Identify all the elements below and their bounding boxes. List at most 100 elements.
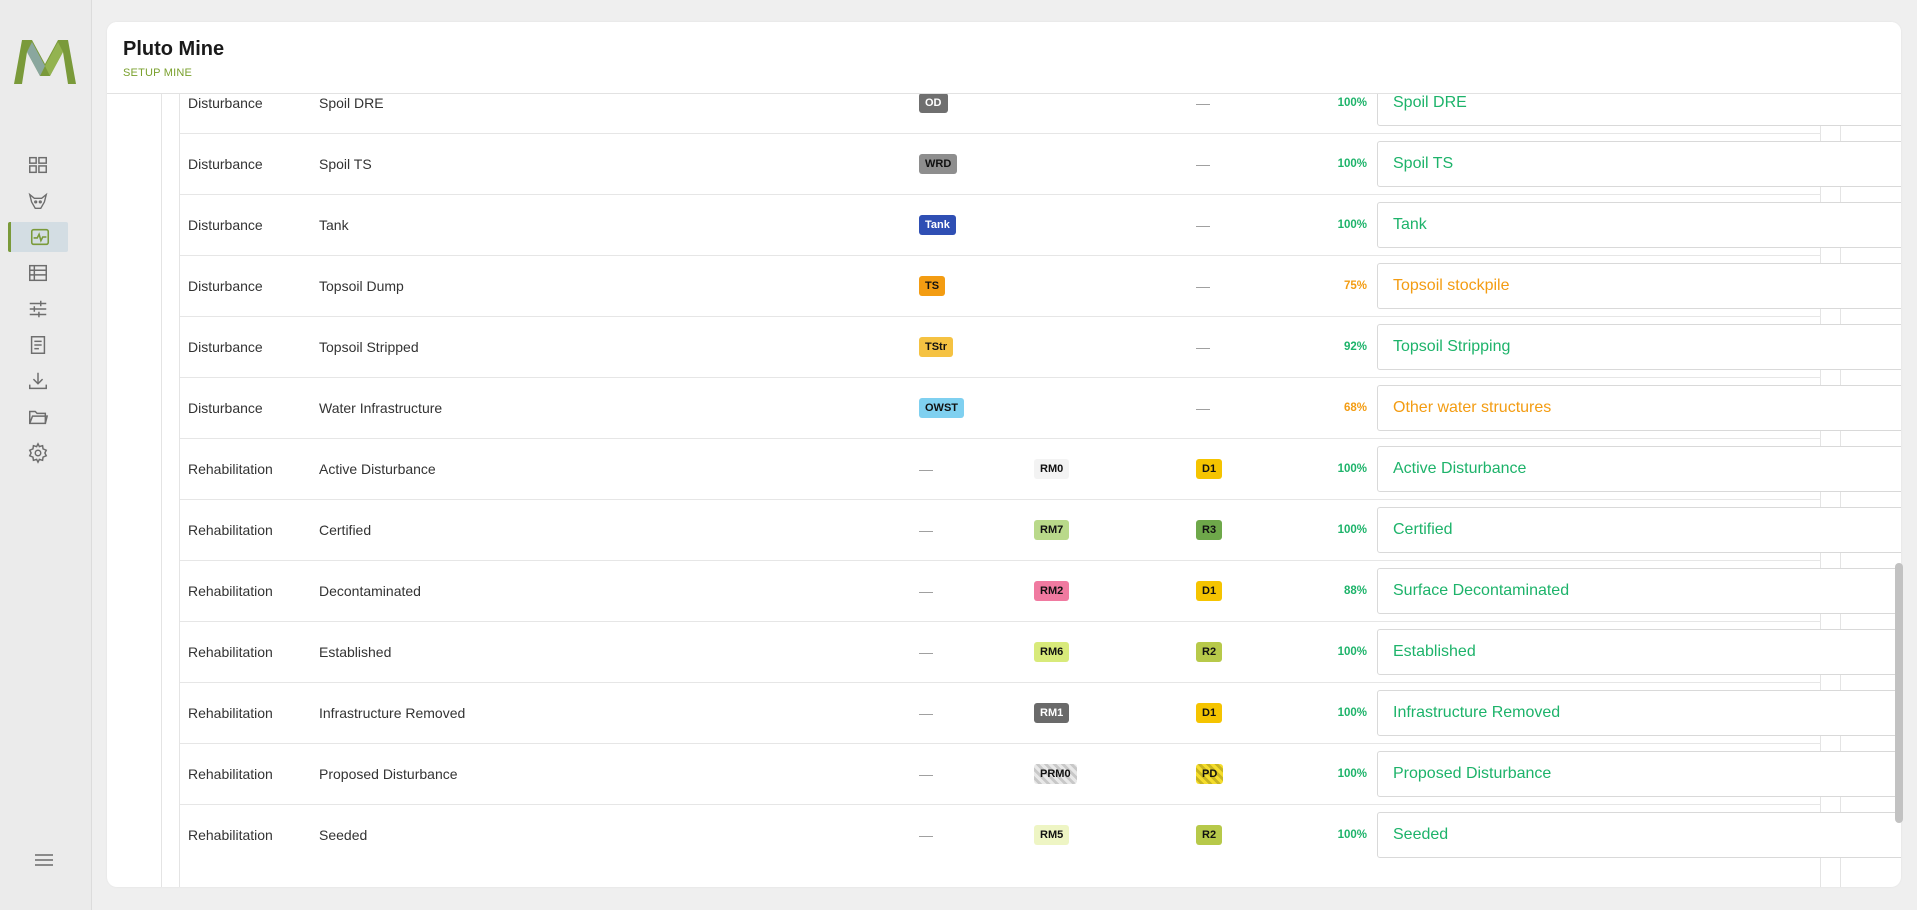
settings-icon <box>28 442 48 464</box>
mapping-select-value: Spoil DRE <box>1393 94 1467 111</box>
table-row: Disturbance Spoil TS WRD — 100% Spoil TS <box>180 133 1901 194</box>
mapping-select-value: Active Disturbance <box>1393 460 1527 477</box>
code-badge: OWST <box>919 398 964 418</box>
row-name: Tank <box>319 217 349 233</box>
main-panel: Pluto Mine SETUP MINE Disturbance Spoil D… <box>107 22 1901 887</box>
row-name: Certified <box>319 522 372 538</box>
empty-dash: — <box>919 705 933 721</box>
row-name: Established <box>319 644 392 660</box>
row-stage-code-cell: R2 <box>1196 622 1223 682</box>
match-percent: 100% <box>1337 646 1367 658</box>
row-category: Rehabilitation <box>188 766 273 782</box>
table-row: Rehabilitation Decontaminated — RM2 D1 88% Sur… <box>180 560 1901 621</box>
mapping-select[interactable]: Infrastructure Removed <box>1377 690 1901 736</box>
match-percent: 100% <box>1337 219 1367 231</box>
mapping-select[interactable]: Other water structures <box>1377 385 1901 431</box>
app-logo <box>12 36 78 86</box>
row-category: Rehabilitation <box>188 827 273 843</box>
activity-icon <box>30 228 49 246</box>
nav-sliders[interactable] <box>8 294 68 324</box>
row-category: Disturbance <box>188 217 263 233</box>
match-percent: 100% <box>1337 158 1367 170</box>
nav-dashboard[interactable] <box>8 150 68 180</box>
scrollbar-thumb[interactable] <box>1895 563 1903 823</box>
row-stage-code-cell: — <box>1196 195 1210 255</box>
list-icon <box>29 264 47 282</box>
row-category: Rehabilitation <box>188 583 273 599</box>
mapping-select-value: Surface Decontaminated <box>1393 582 1570 599</box>
dashboard-icon <box>29 156 47 174</box>
match-percent: 100% <box>1337 768 1367 780</box>
row-rm-code-cell: RM5 <box>1034 805 1070 865</box>
nav-download[interactable] <box>8 366 68 396</box>
nav-animal[interactable] <box>8 186 68 216</box>
code-badge: OD <box>919 93 948 113</box>
mapping-select-value: Tank <box>1393 216 1427 233</box>
mapping-select[interactable]: Tank <box>1377 202 1901 248</box>
nav-activity[interactable] <box>8 222 68 252</box>
empty-dash: — <box>1196 400 1210 416</box>
folder-icon <box>29 410 49 425</box>
empty-dash: — <box>919 766 933 782</box>
row-stage-code-cell: PD <box>1196 744 1224 804</box>
mapping-select[interactable]: Proposed Disturbance <box>1377 751 1901 797</box>
table-row: Disturbance Topsoil Dump TS — 75% Topsoil sto… <box>180 255 1901 316</box>
code-badge: RM0 <box>1034 459 1070 479</box>
code-badge: D1 <box>1196 581 1223 601</box>
code-badge: RM5 <box>1034 825 1070 845</box>
empty-dash: — <box>919 461 933 477</box>
mapping-select[interactable]: Topsoil Stripping <box>1377 324 1901 370</box>
code-badge: R2 <box>1196 825 1223 845</box>
row-code-cell: Tank <box>919 195 956 255</box>
row-category: Disturbance <box>188 339 263 355</box>
mapping-select[interactable]: Surface Decontaminated <box>1377 568 1901 614</box>
row-name: Infrastructure Removed <box>319 705 466 721</box>
row-rm-code-cell: RM6 <box>1034 622 1070 682</box>
table-row: Rehabilitation Certified — RM7 R3 100% Certifi… <box>180 499 1901 560</box>
mapping-select-value: Spoil TS <box>1393 155 1454 172</box>
mapping-select[interactable]: Seeded <box>1377 812 1901 858</box>
mapping-select[interactable]: Topsoil stockpile <box>1377 263 1901 309</box>
nav-list[interactable] <box>8 258 68 288</box>
row-name: Active Disturbance <box>319 461 436 477</box>
row-name: Proposed Disturbance <box>319 766 458 782</box>
code-badge: RM6 <box>1034 642 1070 662</box>
code-badge: Tank <box>919 215 956 235</box>
menu-toggle[interactable] <box>30 848 58 872</box>
empty-dash: — <box>1196 278 1210 294</box>
match-percent: 75% <box>1343 280 1367 292</box>
mapping-select[interactable]: Established <box>1377 629 1901 675</box>
mapping-select[interactable]: Active Disturbance <box>1377 446 1901 492</box>
mapping-select[interactable]: Certified <box>1377 507 1901 553</box>
mapping-select-value: Topsoil Stripping <box>1393 338 1511 355</box>
row-code-cell: — <box>919 622 933 682</box>
page-header: Pluto Mine SETUP MINE <box>107 22 1901 94</box>
match-percent: 100% <box>1337 524 1367 536</box>
empty-dash: — <box>1196 156 1210 172</box>
row-category: Rehabilitation <box>188 705 273 721</box>
row-name: Topsoil Dump <box>319 278 404 294</box>
nav-settings[interactable] <box>8 438 68 468</box>
match-percent: 88% <box>1343 585 1367 597</box>
sidebar <box>0 0 92 910</box>
match-percent: 92% <box>1343 341 1367 353</box>
code-badge: R3 <box>1196 520 1223 540</box>
code-badge: TS <box>919 276 946 296</box>
row-stage-code-cell: — <box>1196 317 1210 377</box>
code-badge: R2 <box>1196 642 1223 662</box>
row-rm-code-cell: PRM0 <box>1034 744 1077 804</box>
nav-folder[interactable] <box>8 402 68 432</box>
match-percent: 100% <box>1337 463 1367 475</box>
row-rm-code-cell: RM0 <box>1034 439 1070 499</box>
empty-dash: — <box>919 522 933 538</box>
row-stage-code-cell: D1 <box>1196 439 1223 499</box>
code-badge: RM1 <box>1034 703 1070 723</box>
empty-dash: — <box>919 644 933 660</box>
nav-document[interactable] <box>8 330 68 360</box>
mapping-select[interactable]: Spoil TS <box>1377 141 1901 187</box>
sliders-icon <box>29 300 47 318</box>
row-name: Spoil TS <box>319 156 372 172</box>
code-badge: D1 <box>1196 459 1223 479</box>
code-badge: PRM0 <box>1034 764 1077 784</box>
mapping-table: Disturbance Spoil DRE OD —100% Spoil DRE Dist… <box>179 72 1901 887</box>
